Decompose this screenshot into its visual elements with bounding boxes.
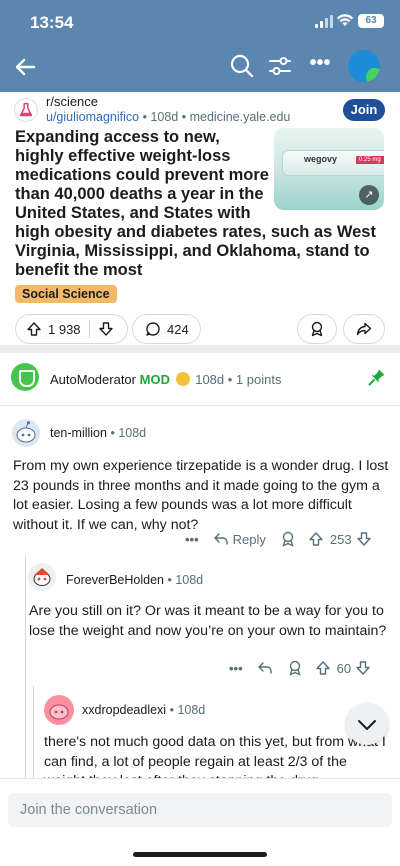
search-icon[interactable] <box>228 52 256 80</box>
upvote-icon[interactable] <box>308 531 324 547</box>
snoo-avatar-icon <box>33 568 51 586</box>
back-arrow-icon[interactable] <box>10 52 40 82</box>
thumbnail-dose: 0.25 mg <box>356 156 384 164</box>
mod-badge-icon <box>175 372 190 386</box>
post-thumbnail[interactable]: wegovy 0.25 mg ↗ <box>274 128 384 210</box>
upvote-count: 1 938 <box>48 321 81 337</box>
external-link-icon: ↗ <box>359 185 379 205</box>
comment-score: 60 <box>336 660 352 676</box>
downvote-icon[interactable] <box>98 321 114 337</box>
comment-icon <box>146 322 160 336</box>
comment-input[interactable] <box>8 793 392 827</box>
post-age: 108d <box>150 110 179 124</box>
downvote-icon[interactable] <box>355 660 371 676</box>
comment-avatar[interactable] <box>12 419 40 447</box>
comment-age: 108d <box>118 426 147 440</box>
award-button[interactable] <box>297 314 337 344</box>
snoo-avatar-icon <box>49 704 69 720</box>
post-flair[interactable]: Social Science <box>15 285 117 303</box>
post-author[interactable]: u/giuliomagnifico <box>46 110 139 124</box>
app-header: 13:54 63 ••• <box>0 0 400 92</box>
downvote-icon[interactable] <box>356 531 372 547</box>
vote-control: 1 938 <box>15 314 128 344</box>
status-bar: 13:54 63 <box>0 0 400 46</box>
post-nav-bar: ••• <box>0 46 400 92</box>
status-time: 13:54 <box>30 13 74 32</box>
automod-header: AutoModerator MOD 108d • 1 points <box>50 372 281 387</box>
automod-comment[interactable]: AutoModerator MOD 108d • 1 points <box>0 352 400 398</box>
post-domain[interactable]: medicine.yale.edu <box>190 110 291 124</box>
chevron-down-icon <box>358 720 376 730</box>
comment-avatar[interactable] <box>28 563 56 591</box>
reply-icon[interactable] <box>257 660 273 676</box>
post-meta: u/giuliomagnifico • 108d • medicine.yale… <box>46 110 291 124</box>
home-indicator[interactable] <box>133 852 267 857</box>
comment-header: xxdropdeadlexi • 108d <box>82 703 206 717</box>
signal-icon <box>315 15 333 28</box>
vote-divider <box>88 320 90 338</box>
thread-line[interactable] <box>25 556 26 778</box>
scroll-down-button[interactable] <box>346 703 388 745</box>
comment-author[interactable]: ten-million <box>50 426 107 440</box>
thread-line[interactable] <box>33 686 34 778</box>
automod-avatar <box>11 363 39 391</box>
mod-label: MOD <box>139 372 170 387</box>
reply-button[interactable]: Reply <box>233 532 266 547</box>
comment-body: Are you still on it? Or was it meant to … <box>29 603 387 639</box>
subreddit-icon[interactable] <box>14 98 38 122</box>
comment-avatar[interactable] <box>44 695 74 725</box>
wifi-icon <box>336 14 354 26</box>
share-icon <box>356 322 372 336</box>
comment-separator <box>0 405 400 406</box>
user-avatar[interactable] <box>348 50 380 82</box>
comment-author[interactable]: ForeverBeHolden <box>66 573 164 587</box>
comment-author[interactable]: xxdropdeadlexi <box>82 703 166 717</box>
battery-indicator: 63 <box>358 14 384 28</box>
award-icon[interactable] <box>280 531 296 547</box>
thumbnail-label: wegovy <box>304 154 338 164</box>
comment-actions: ••• 60 <box>229 657 371 679</box>
award-icon <box>311 321 323 337</box>
comment-body: there's not much good data on this yet, … <box>44 734 386 778</box>
comment-age: 108d <box>177 703 206 717</box>
automod-meta: 108d • 1 points <box>195 372 282 387</box>
upvote-icon[interactable] <box>26 321 42 337</box>
comment-header: ten-million • 108d <box>50 426 147 440</box>
comment-count: 424 <box>167 321 189 337</box>
more-options-icon[interactable]: ••• <box>229 661 243 676</box>
comment-score: 253 <box>329 531 352 547</box>
automod-name[interactable]: AutoModerator <box>50 372 136 387</box>
share-button[interactable] <box>343 314 385 344</box>
pin-icon <box>368 369 385 386</box>
more-options-icon[interactable]: ••• <box>306 52 334 80</box>
subreddit-name[interactable]: r/science <box>46 94 98 109</box>
filter-icon[interactable] <box>266 52 294 80</box>
comment-body: From my own experience tirzepatide is a … <box>13 458 389 533</box>
join-button[interactable]: Join <box>343 99 385 121</box>
post-actions: 1 938 424 <box>0 314 400 346</box>
reply-icon[interactable] <box>213 531 229 547</box>
comments-button[interactable]: 424 <box>132 314 201 344</box>
comment-header: ForeverBeHolden • 108d <box>66 573 204 587</box>
award-icon[interactable] <box>287 660 303 676</box>
more-options-icon[interactable]: ••• <box>185 532 199 547</box>
snoo-avatar-icon <box>16 421 36 443</box>
upvote-icon[interactable] <box>315 660 331 676</box>
comment-age: 108d <box>175 573 204 587</box>
comment-actions: ••• Reply 253 <box>185 528 372 550</box>
